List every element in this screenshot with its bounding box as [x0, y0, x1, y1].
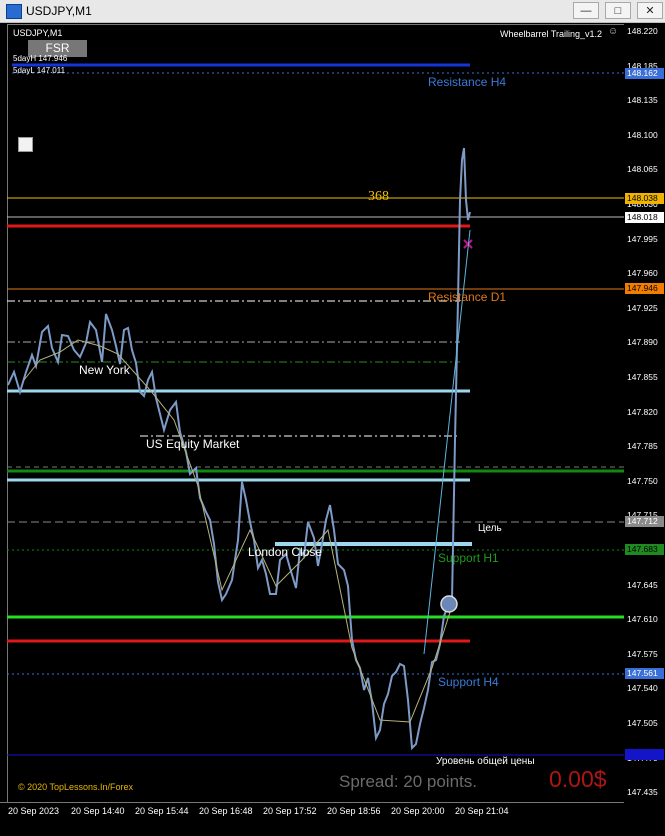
five-day-low: 5dayL 147.011	[13, 66, 66, 75]
price-tick-label: 147.995	[627, 233, 658, 244]
smiley-icon: ☺	[608, 26, 619, 37]
toggle-checkbox[interactable]	[18, 137, 33, 152]
price-tick-label: 147.610	[627, 614, 658, 625]
price-tick-label: 147.960	[627, 268, 658, 279]
price-tick-label: 147.435	[627, 787, 658, 798]
price-tick-label: 147.505	[627, 718, 658, 728]
price-tag-sup-h4: 147.561	[625, 668, 664, 679]
label-resistance-d1: Resistance D1	[428, 290, 507, 304]
price-tag-bid: 148.018	[625, 212, 664, 223]
spread-readout: Spread: 20 points.	[339, 772, 477, 791]
trade-marker	[440, 595, 458, 613]
price-chart-svg	[7, 63, 624, 756]
price-tag-res-d1: 147.946	[625, 283, 664, 294]
price-tick-label: 148.100	[627, 129, 658, 140]
price-tick-label: 148.065	[627, 164, 658, 175]
price-tick-label: 147.890	[627, 337, 658, 348]
price-tag-res-h4: 148.162	[625, 68, 664, 79]
time-tick-label: 20 Sep 15:44	[135, 806, 189, 816]
expert-advisor-name: Wheelbarrel Trailing_v1.2	[500, 29, 603, 39]
profit-readout: 0.00$	[549, 766, 607, 792]
copyright-text: © 2020 TopLessons.In/Forex	[18, 782, 134, 792]
time-tick-label: 20 Sep 2023	[8, 806, 60, 816]
label-resistance-h4: Resistance H4	[428, 75, 507, 89]
price-tag-target: 147.712	[625, 516, 664, 527]
price-tick-label: 147.750	[627, 475, 658, 486]
price-tick-label: 148.135	[627, 95, 658, 106]
price-tick-label: 147.540	[627, 683, 658, 694]
price-tick-label: 147.855	[627, 372, 658, 382]
price-tag-fib: 148.038	[625, 193, 664, 204]
price-tick-label: 147.575	[627, 648, 658, 659]
price-tick-label: 148.220	[627, 26, 658, 36]
label-common-price: Уровень общей цены	[436, 756, 535, 767]
price-series	[7, 147, 473, 751]
label-fib-368: 368	[368, 189, 389, 204]
time-tick-label: 20 Sep 16:48	[199, 806, 253, 816]
label-london-close: London Close	[248, 545, 323, 559]
time-tick-label: 20 Sep 20:00	[391, 806, 445, 816]
label-support-h1: Support H1	[438, 551, 499, 565]
label-target: Цель	[478, 523, 502, 534]
five-day-high: 5dayH 147.946	[13, 54, 68, 63]
symbol-label: USDJPY,M1	[13, 28, 63, 38]
price-tick-label: 147.645	[627, 579, 658, 590]
mt4-chart-window: USDJPY,M1 — □ ✕ USDJPY,M1 FSR 5dayH 147.…	[0, 0, 665, 835]
label-new-york: New York	[79, 363, 130, 377]
label-us-equity: US Equity Market	[146, 437, 240, 451]
time-tick-label: 20 Sep 21:04	[455, 806, 509, 816]
label-support-h4: Support H4	[438, 675, 499, 689]
price-tick-label: 147.820	[627, 406, 658, 417]
price-tick-label: 147.925	[627, 302, 658, 313]
price-tick-label: 147.785	[627, 441, 658, 452]
time-tick-label: 20 Sep 17:52	[263, 806, 317, 816]
level-lines	[7, 63, 624, 756]
time-tick-label: 20 Sep 14:40	[71, 806, 125, 816]
time-tick-label: 20 Sep 18:56	[327, 806, 381, 816]
price-tag-common: 147.479	[625, 749, 664, 760]
price-tag-sup-h1: 147.683	[625, 544, 664, 555]
